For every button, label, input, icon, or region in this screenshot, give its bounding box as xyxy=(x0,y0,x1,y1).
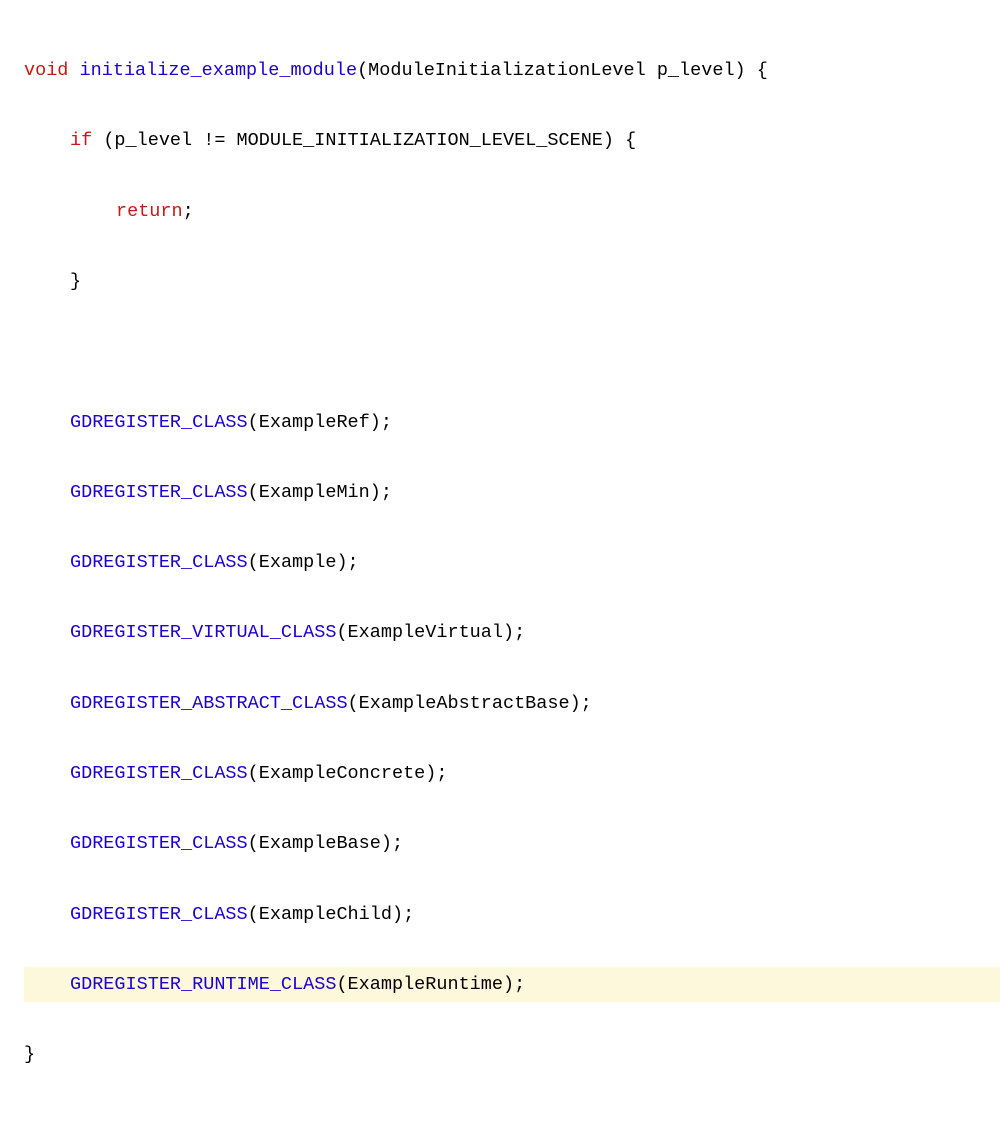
macro-name: GDREGISTER_VIRTUAL_CLASS xyxy=(70,622,336,643)
code-line: GDREGISTER_CLASS(ExampleMin); xyxy=(24,475,1000,510)
code-text: (Example); xyxy=(248,552,359,573)
code-text: (ExampleVirtual); xyxy=(336,622,525,643)
code-line: GDREGISTER_CLASS(ExampleBase); xyxy=(24,826,1000,861)
code-text: (ExampleBase); xyxy=(248,833,403,854)
code-line: } xyxy=(24,1037,1000,1072)
code-line: GDREGISTER_CLASS(ExampleRef); xyxy=(24,405,1000,440)
code-line: GDREGISTER_CLASS(Example); xyxy=(24,545,1000,580)
code-text: (ExampleMin); xyxy=(248,482,392,503)
code-text: (ExampleChild); xyxy=(248,904,415,925)
code-line-highlighted: GDREGISTER_RUNTIME_CLASS(ExampleRuntime)… xyxy=(24,967,1000,1002)
code-text: (ExampleRuntime); xyxy=(336,974,525,995)
code-line-blank xyxy=(24,334,1000,369)
code-text: (ExampleAbstractBase); xyxy=(348,693,592,714)
code-text: (ExampleRef); xyxy=(248,412,392,433)
macro-name: GDREGISTER_RUNTIME_CLASS xyxy=(70,974,336,995)
macro-name: GDREGISTER_ABSTRACT_CLASS xyxy=(70,693,348,714)
code-line: return; xyxy=(24,194,1000,229)
code-text: (p_level != MODULE_INITIALIZATION_LEVEL_… xyxy=(92,130,636,151)
code-block: void initialize_example_module(ModuleIni… xyxy=(24,18,1000,1107)
code-line: GDREGISTER_CLASS(ExampleConcrete); xyxy=(24,756,1000,791)
macro-name: GDREGISTER_CLASS xyxy=(70,904,248,925)
code-text: (ExampleConcrete); xyxy=(248,763,448,784)
macro-name: GDREGISTER_CLASS xyxy=(70,412,248,433)
code-line: void initialize_example_module(ModuleIni… xyxy=(24,53,1000,88)
function-name: initialize_example_module xyxy=(80,60,358,81)
macro-name: GDREGISTER_CLASS xyxy=(70,833,248,854)
code-line: GDREGISTER_VIRTUAL_CLASS(ExampleVirtual)… xyxy=(24,615,1000,650)
code-text: } xyxy=(70,271,81,292)
code-line: GDREGISTER_CLASS(ExampleChild); xyxy=(24,897,1000,932)
keyword-return: return xyxy=(116,201,183,222)
code-line: } xyxy=(24,264,1000,299)
code-line: if (p_level != MODULE_INITIALIZATION_LEV… xyxy=(24,123,1000,158)
macro-name: GDREGISTER_CLASS xyxy=(70,763,248,784)
code-text: (ModuleInitializationLevel p_level) { xyxy=(357,60,768,81)
macro-name: GDREGISTER_CLASS xyxy=(70,552,248,573)
keyword-if: if xyxy=(70,130,92,151)
keyword-void: void xyxy=(24,60,68,81)
code-text: ; xyxy=(183,201,194,222)
macro-name: GDREGISTER_CLASS xyxy=(70,482,248,503)
code-text: } xyxy=(24,1044,35,1065)
code-line: GDREGISTER_ABSTRACT_CLASS(ExampleAbstrac… xyxy=(24,686,1000,721)
